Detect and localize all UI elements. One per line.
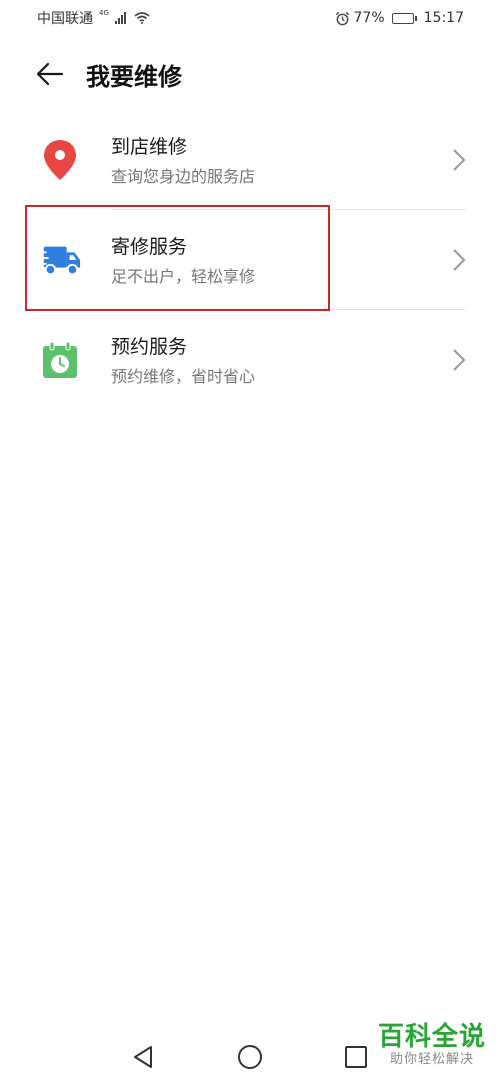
battery-percent: 77% [353, 10, 385, 26]
watermark-subtitle: 助你轻松解决 [389, 1052, 474, 1067]
item-title: 预约服务 [111, 336, 188, 358]
chevron-right-icon [453, 349, 466, 371]
square-recents-icon [345, 1046, 367, 1068]
item-title: 寄修服务 [111, 236, 188, 258]
page-title: 我要维修 [86, 62, 182, 91]
calendar-clock-icon [38, 340, 82, 380]
location-pin-icon [38, 140, 82, 180]
delivery-truck-icon [38, 240, 82, 280]
item-subtitle: 足不出户，轻松享修 [111, 267, 256, 286]
alarm-icon [335, 11, 349, 25]
watermark-logo: 百科全说 [377, 1022, 486, 1052]
item-title: 到店维修 [111, 136, 188, 158]
circle-home-icon [238, 1045, 262, 1069]
nav-home-button[interactable] [237, 1044, 263, 1070]
status-bar: 中国联通 4G 77% 15:17 [0, 0, 500, 36]
nav-recents-button[interactable] [343, 1044, 369, 1070]
item-texts: 到店维修 查询您身边的服务店 [111, 134, 255, 188]
back-button[interactable] [30, 54, 70, 94]
status-left: 中国联通 4G [37, 8, 150, 28]
item-subtitle: 查询您身边的服务店 [111, 167, 256, 186]
triangle-back-icon [134, 1046, 152, 1068]
header: 我要维修 [0, 50, 500, 98]
chevron-right-icon [453, 149, 466, 171]
list-item-store-repair[interactable]: 到店维修 查询您身边的服务店 [0, 110, 500, 210]
nav-back-button[interactable] [130, 1044, 156, 1070]
battery-icon [391, 12, 417, 24]
signal-icon [114, 12, 126, 24]
watermark: 百科全说 助你轻松解决 [378, 1022, 486, 1068]
network-type: 4G [99, 8, 109, 17]
list-item-appointment[interactable]: 预约服务 预约维修，省时省心 [0, 310, 500, 410]
arrow-left-icon [36, 62, 64, 86]
status-right: 77% 15:17 [335, 10, 464, 26]
service-list: 到店维修 查询您身边的服务店 寄修服务 足不出户，轻松享修 预约服务 预约维修，… [0, 110, 500, 410]
item-texts: 预约服务 预约维修，省时省心 [111, 334, 255, 388]
item-texts: 寄修服务 足不出户，轻松享修 [111, 234, 255, 288]
chevron-right-icon [453, 249, 466, 271]
item-subtitle: 预约维修，省时省心 [111, 367, 256, 386]
carrier-name: 中国联通 [37, 11, 93, 27]
wifi-icon [134, 12, 150, 24]
list-item-mail-repair[interactable]: 寄修服务 足不出户，轻松享修 [0, 210, 500, 310]
clock-time: 15:17 [423, 10, 464, 26]
